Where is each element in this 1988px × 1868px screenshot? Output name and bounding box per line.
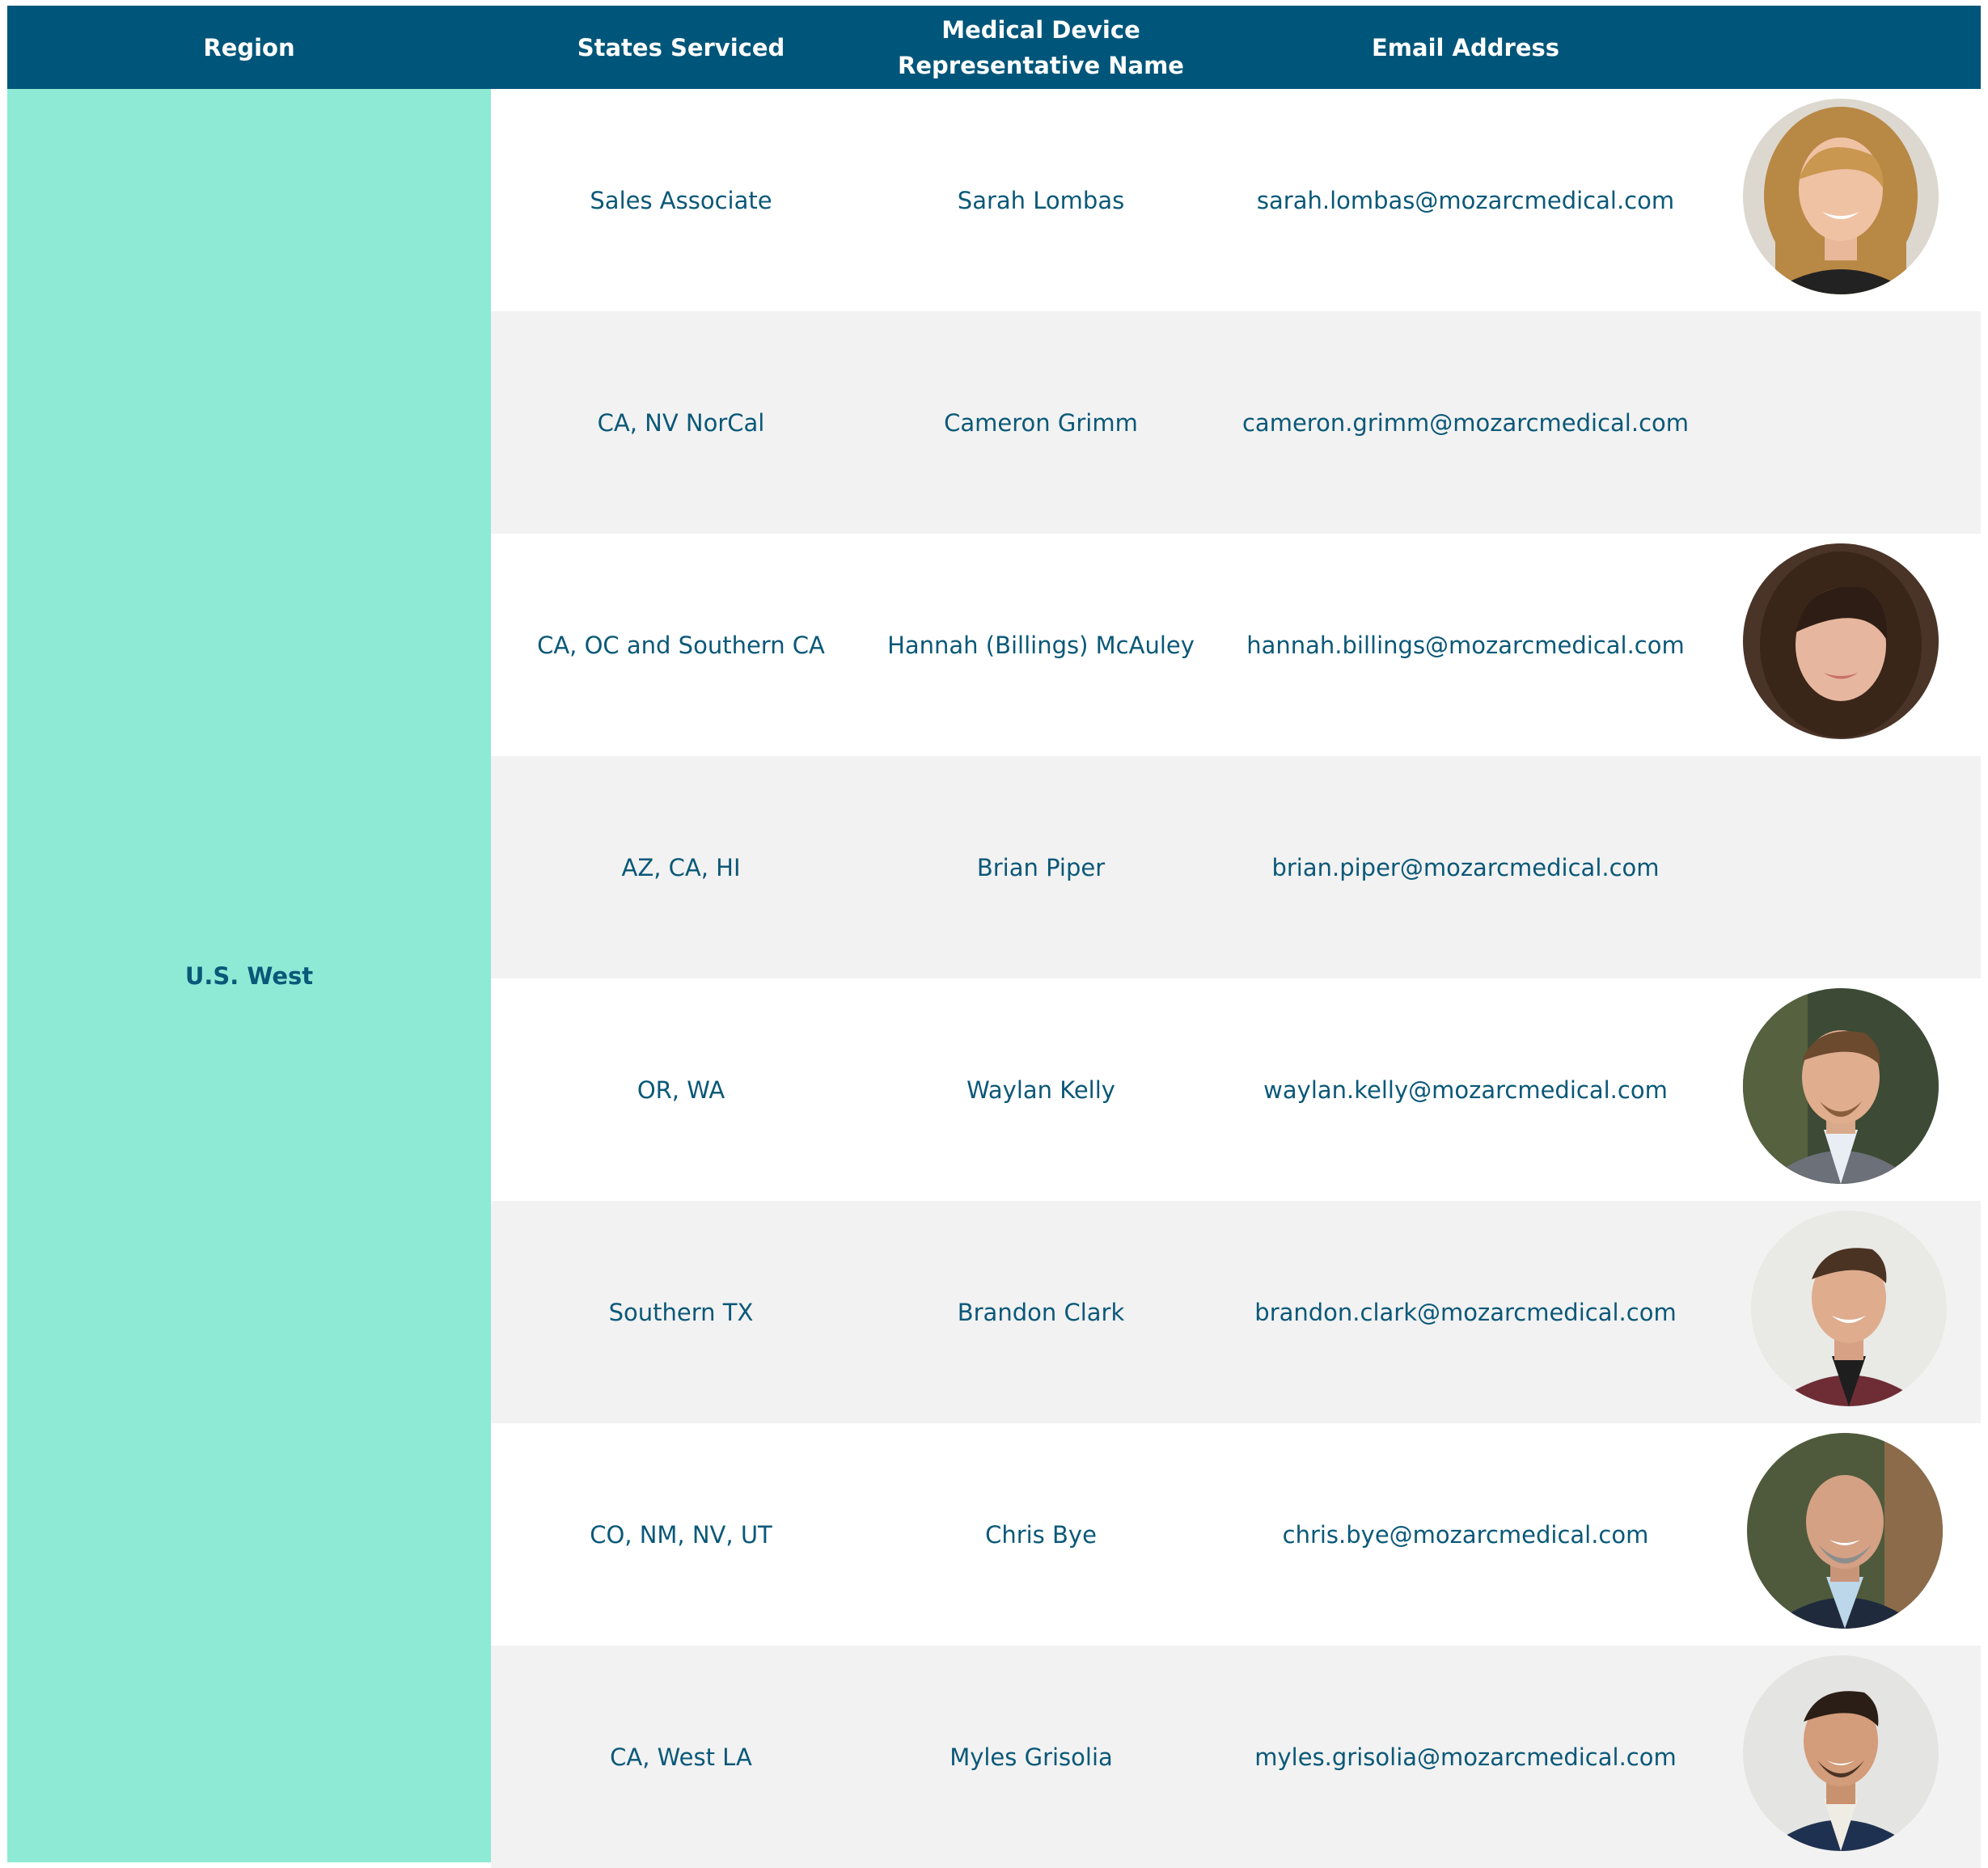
table-body: Sales Associate Sarah Lombas sarah.lomba… <box>491 89 1981 1868</box>
states-cell: CA, OC and Southern CA <box>537 631 825 659</box>
rep-name-cell: Brandon Clark <box>957 1298 1125 1326</box>
rep-photo <box>1743 1655 1939 1851</box>
email-cell[interactable]: chris.bye@mozarcmedical.com <box>1211 1423 1720 1646</box>
table-row: Sales Associate Sarah Lombas sarah.lomba… <box>491 89 1981 311</box>
region-label: U.S. West <box>184 961 314 990</box>
table-row: CA, OC and Southern CA Hannah (Billings)… <box>491 534 1981 756</box>
email-cell[interactable]: sarah.lombas@mozarcmedical.com <box>1211 89 1720 311</box>
header-rep-name: Medical Device Representative Name <box>871 6 1211 89</box>
states-cell: CA, NV NorCal <box>597 408 765 437</box>
table-row: OR, WA Waylan Kelly waylan.kelly@mozarcm… <box>491 978 1981 1201</box>
rep-name-cell: Cameron Grimm <box>944 408 1138 437</box>
header-states: States Serviced <box>491 6 871 89</box>
rep-name-cell: Hannah (Billings) McAuley <box>887 631 1195 659</box>
table-row: CA, NV NorCal Cameron Grimm cameron.grim… <box>491 311 1981 534</box>
states-cell: OR, WA <box>637 1076 725 1104</box>
header-email: Email Address <box>1211 6 1720 89</box>
rep-name-cell: Myles Grisolia <box>950 1743 1113 1771</box>
states-cell: CO, NM, NV, UT <box>590 1520 772 1549</box>
rep-name-cell: Waylan Kelly <box>967 1076 1115 1104</box>
email-cell[interactable]: myles.grisolia@mozarcmedical.com <box>1211 1646 1720 1868</box>
states-cell: CA, West LA <box>610 1743 752 1771</box>
rep-name-cell: Chris Bye <box>985 1520 1097 1549</box>
table-header: Region States Serviced Medical Device Re… <box>7 6 1981 89</box>
header-email-label: Email Address <box>1371 33 1560 61</box>
email-cell[interactable]: brandon.clark@mozarcmedical.com <box>1211 1201 1720 1423</box>
rep-photo <box>1751 1211 1947 1406</box>
header-rep-name-line2: Representative Name <box>898 51 1184 79</box>
email-cell[interactable]: cameron.grimm@mozarcmedical.com <box>1211 311 1720 534</box>
email-cell[interactable]: waylan.kelly@mozarcmedical.com <box>1211 978 1720 1201</box>
rep-photo-image <box>1747 1433 1943 1629</box>
rep-name-cell: Sarah Lombas <box>957 186 1125 214</box>
rep-photo <box>1743 543 1939 739</box>
rep-photo <box>1747 1433 1943 1629</box>
email-cell[interactable]: brian.piper@mozarcmedical.com <box>1211 756 1720 978</box>
table-row: Southern TX Brandon Clark brandon.clark@… <box>491 1201 1981 1423</box>
table-row: CA, West LA Myles Grisolia myles.grisoli… <box>491 1646 1981 1868</box>
states-cell: Sales Associate <box>590 186 772 214</box>
rep-photo-image <box>1743 543 1939 739</box>
table-row: CO, NM, NV, UT Chris Bye chris.bye@mozar… <box>491 1423 1981 1646</box>
rep-photo-image <box>1743 988 1939 1184</box>
header-states-label: States Serviced <box>577 33 785 61</box>
states-cell: Southern TX <box>608 1298 754 1326</box>
states-cell: AZ, CA, HI <box>621 853 741 881</box>
rep-photo-image <box>1743 1655 1939 1851</box>
rep-photo <box>1743 988 1939 1184</box>
rep-photo-image <box>1751 1211 1947 1406</box>
header-region: Region <box>7 6 491 89</box>
representative-directory: Region States Serviced Medical Device Re… <box>0 0 1988 1868</box>
rep-photo-image <box>1743 99 1939 294</box>
rep-photo <box>1743 99 1939 294</box>
region-cell: U.S. West <box>7 89 491 1862</box>
rep-name-cell: Brian Piper <box>976 853 1106 881</box>
header-region-label: Region <box>203 33 295 61</box>
header-rep-name-line1: Medical Device <box>941 15 1140 44</box>
email-cell[interactable]: hannah.billings@mozarcmedical.com <box>1211 534 1720 756</box>
table-row: AZ, CA, HI Brian Piper brian.piper@mozar… <box>491 756 1981 978</box>
